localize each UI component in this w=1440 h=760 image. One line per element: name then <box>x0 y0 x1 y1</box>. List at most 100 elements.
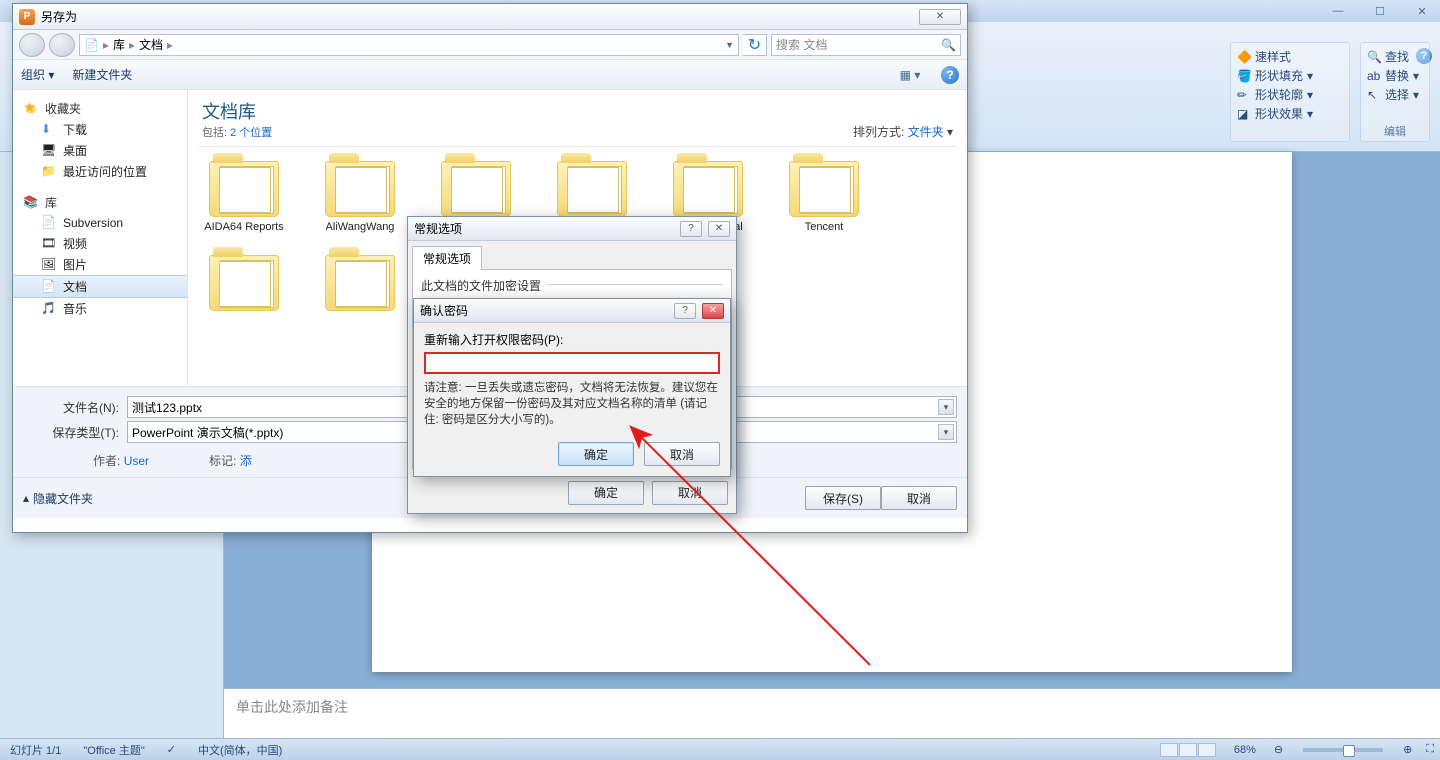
genopt-tab[interactable]: 常规选项 <box>412 246 482 270</box>
genopt-cancel-button[interactable]: 取消 <box>652 481 728 505</box>
shape-effects-button[interactable]: ◪形状效果 ▾ <box>1237 104 1343 123</box>
arrange-by[interactable]: 排列方式: 文件夹 ▾ <box>853 123 953 140</box>
replace-button[interactable]: ab替换 ▾ <box>1367 66 1423 85</box>
crumb-dropdown-icon[interactable]: ▼ <box>725 40 734 50</box>
nav-back-button[interactable] <box>19 33 45 57</box>
nav-subversion[interactable]: Subversion <box>13 213 187 233</box>
nav-favorites[interactable]: 收藏夹 <box>13 98 187 119</box>
outline-icon: ✏ <box>1237 88 1251 102</box>
doc-icon <box>41 279 57 295</box>
effects-icon: ◪ <box>1237 107 1251 121</box>
nav-music[interactable]: 音乐 <box>13 298 187 319</box>
video-icon <box>41 236 57 252</box>
nav-downloads[interactable]: 下载 <box>13 119 187 140</box>
music-icon <box>41 301 57 317</box>
ppt-maximize-button[interactable]: ☐ <box>1368 4 1392 18</box>
filetype-label: 保存类型(T): <box>23 424 119 441</box>
breadcrumb[interactable]: 📄▸ 库▸ 文档▸ ▼ <box>79 34 739 56</box>
nav-video[interactable]: 视频 <box>13 233 187 254</box>
shape-fill-button[interactable]: 🪣形状填充 ▾ <box>1237 66 1343 85</box>
author-value[interactable]: User <box>124 454 149 468</box>
genopt-titlebar[interactable]: 常规选项 ? ✕ <box>408 217 736 241</box>
crumb-library[interactable]: 库 <box>113 36 125 53</box>
saveas-titlebar[interactable]: P 另存为 ✕ <box>13 4 967 30</box>
search-input[interactable]: 搜索 文档 🔍 <box>771 34 961 56</box>
folder-icon <box>789 161 859 217</box>
folder-icon <box>441 161 511 217</box>
dropdown-icon[interactable]: ▾ <box>938 424 954 440</box>
ppt-close-button[interactable]: ✕ <box>1410 4 1434 18</box>
folder-icon <box>557 161 627 217</box>
zoom-in-button[interactable]: ⊕ <box>1403 743 1412 756</box>
crumb-documents[interactable]: 文档 <box>139 36 163 53</box>
fill-icon: 🪣 <box>1237 69 1251 83</box>
folder-item[interactable]: Tencent <box>780 161 868 245</box>
folder-label: Tencent <box>780 221 868 233</box>
folder-icon: 📄 <box>84 38 99 52</box>
nav-documents[interactable]: 文档 <box>13 275 187 298</box>
quick-style-button[interactable]: 🔶速样式 <box>1237 47 1343 66</box>
confirm-titlebar[interactable]: 确认密码 ? ✕ <box>414 299 730 323</box>
saveas-close-button[interactable]: ✕ <box>919 9 961 25</box>
saveas-cancel-button[interactable]: 取消 <box>881 486 957 510</box>
download-icon <box>41 122 57 138</box>
dropdown-icon[interactable]: ▾ <box>938 399 954 415</box>
saveas-help-icon[interactable]: ? <box>941 66 959 84</box>
new-folder-button[interactable]: 新建文件夹 <box>72 66 132 83</box>
confirm-cancel-button[interactable]: 取消 <box>644 442 720 466</box>
paint-icon: 🔶 <box>1237 50 1251 64</box>
nav-desktop[interactable]: 桌面 <box>13 140 187 161</box>
select-button[interactable]: ↖选择 ▾ <box>1367 85 1423 104</box>
save-button[interactable]: 保存(S) <box>805 486 881 510</box>
nav-recent[interactable]: 最近访问的位置 <box>13 161 187 182</box>
theme-label: "Office 主题" <box>79 742 148 758</box>
folder-item[interactable]: AIDA64 Reports <box>200 161 288 245</box>
navigation-pane[interactable]: 收藏夹 下载 桌面 最近访问的位置 库 Subversion 视频 图片 文档 … <box>13 90 188 386</box>
folder-item[interactable] <box>316 255 404 315</box>
library-subtitle: 包括: 2 个位置 <box>202 124 272 140</box>
find-icon: 🔍 <box>1367 50 1381 64</box>
view-buttons[interactable] <box>1160 743 1216 757</box>
genopt-close-button[interactable]: ✕ <box>708 221 730 237</box>
search-icon: 🔍 <box>941 38 956 52</box>
tags-value[interactable]: 添 <box>240 454 252 468</box>
folder-icon <box>673 161 743 217</box>
folder-icon <box>209 161 279 217</box>
folder-item[interactable] <box>200 255 288 315</box>
slide-count-label: 幻灯片 1/1 <box>6 742 65 758</box>
language-label[interactable]: 中文(简体，中国) <box>194 742 286 758</box>
app-logo-icon: P <box>19 9 35 25</box>
confirm-label: 重新输入打开权限密码(P): <box>424 331 720 348</box>
editing-group: 🔍查找 ab替换 ▾ ↖选择 ▾ 编辑 <box>1360 42 1430 142</box>
folder-item[interactable]: AliWangWang <box>316 161 404 245</box>
doc-icon <box>41 215 57 231</box>
nav-forward-button[interactable] <box>49 33 75 57</box>
password-input[interactable] <box>424 352 720 374</box>
recent-icon <box>41 164 57 180</box>
hide-folders-button[interactable]: ▴隐藏文件夹 <box>23 490 93 507</box>
shape-outline-button[interactable]: ✏形状轮廓 ▾ <box>1237 85 1343 104</box>
zoom-slider[interactable] <box>1303 748 1383 752</box>
refresh-button[interactable]: ↻ <box>743 34 767 56</box>
nav-libraries[interactable]: 库 <box>13 192 187 213</box>
zoom-out-button[interactable]: ⊖ <box>1274 743 1283 756</box>
notes-pane[interactable]: 单击此处添加备注 <box>224 688 1440 738</box>
confirm-ok-button[interactable]: 确定 <box>558 442 634 466</box>
genopt-ok-button[interactable]: 确定 <box>568 481 644 505</box>
library-locations-link[interactable]: 2 个位置 <box>230 127 272 139</box>
spellcheck-icon[interactable]: ✓ <box>163 743 180 756</box>
view-mode-button[interactable]: ▦ ▾ <box>897 65 923 85</box>
find-button[interactable]: 🔍查找 <box>1367 47 1423 66</box>
replace-icon: ab <box>1367 69 1381 83</box>
filename-label: 文件名(N): <box>23 399 119 416</box>
ppt-minimize-button[interactable]: — <box>1326 4 1350 18</box>
genopt-help-button[interactable]: ? <box>680 221 702 237</box>
confirm-close-button[interactable]: ✕ <box>702 303 724 319</box>
organize-button[interactable]: 组织 ▾ <box>21 66 54 83</box>
confirm-help-button[interactable]: ? <box>674 303 696 319</box>
folder-icon <box>209 255 279 311</box>
nav-pictures[interactable]: 图片 <box>13 254 187 275</box>
shape-styles-group: 🔶速样式 🪣形状填充 ▾ ✏形状轮廓 ▾ ◪形状效果 ▾ <box>1230 42 1350 142</box>
zoom-percent[interactable]: 68% <box>1230 744 1260 756</box>
fit-to-window-button[interactable]: ⛶ <box>1426 743 1434 756</box>
